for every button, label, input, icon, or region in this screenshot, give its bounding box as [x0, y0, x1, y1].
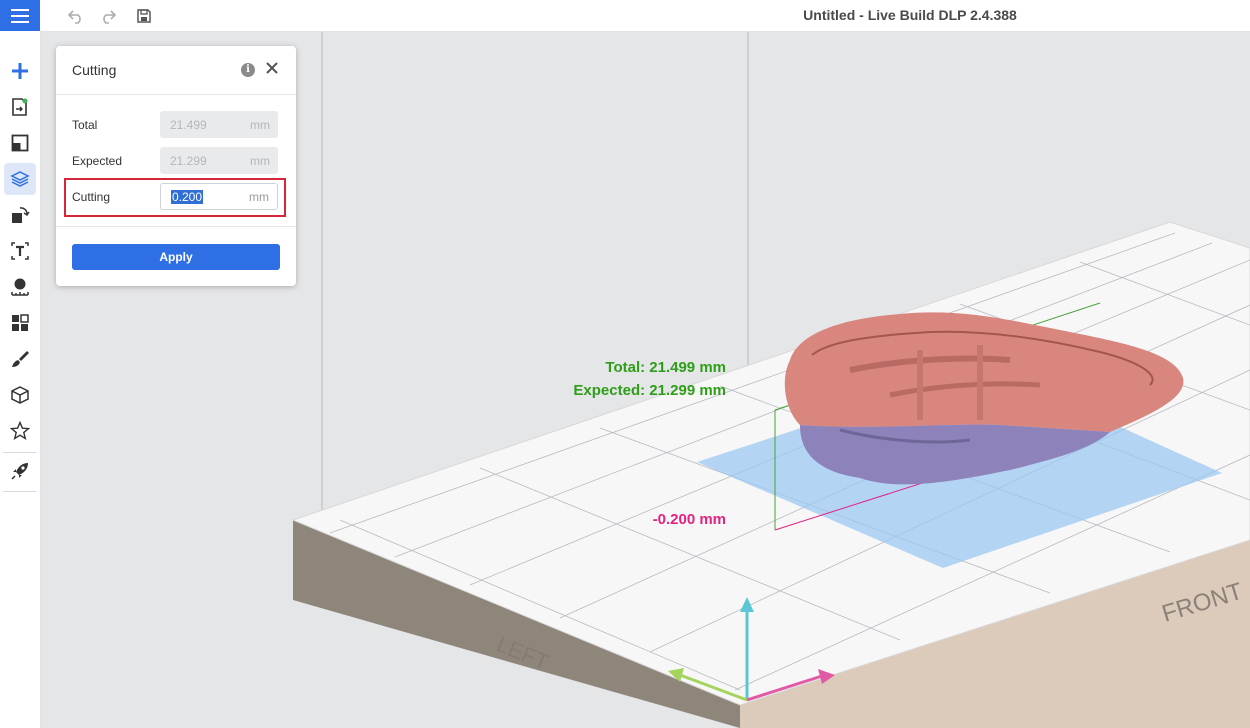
- sidebar-item-brush[interactable]: [4, 343, 36, 375]
- menu-icon: [11, 8, 29, 23]
- measure-icon: [11, 278, 29, 296]
- cut-offset-label: -0.200 mm: [653, 511, 726, 528]
- sidebar-item-measure[interactable]: [4, 271, 36, 303]
- expected-unit: mm: [250, 154, 270, 168]
- redo-icon: [103, 10, 117, 24]
- star-icon: [10, 421, 30, 441]
- sidebar-item-transform[interactable]: [4, 199, 36, 231]
- transform-icon: [12, 207, 30, 223]
- total-value: 21.499: [170, 118, 207, 132]
- save-button[interactable]: [134, 6, 154, 26]
- expected-height-label: Expected: 21.299 mm: [573, 382, 726, 399]
- expected-label: Expected: [72, 154, 123, 168]
- sidebar-item-arrange[interactable]: [4, 307, 36, 339]
- cutting-row-highlight: [64, 178, 286, 217]
- cutting-panel: Cutting i Total 21.499 mm Expected 21.29…: [56, 46, 296, 286]
- sidebar-item-text[interactable]: [4, 235, 36, 267]
- close-button[interactable]: [263, 59, 281, 77]
- total-height-label: Total: 21.499 mm: [605, 359, 726, 376]
- sidebar-divider: [3, 491, 36, 492]
- sidebar-divider: [3, 452, 36, 453]
- add-icon: [12, 63, 28, 79]
- support-box-icon: [11, 386, 29, 404]
- title-bar: Untitled - Live Build DLP 2.4.388: [0, 0, 1250, 32]
- menu-button[interactable]: [0, 0, 40, 31]
- rocket-icon: [11, 463, 28, 480]
- window-title: Untitled - Live Build DLP 2.4.388: [803, 7, 1017, 23]
- apply-button[interactable]: Apply: [72, 244, 280, 270]
- close-icon: [266, 62, 278, 74]
- save-icon: [137, 9, 151, 23]
- text-icon: [11, 242, 29, 260]
- info-icon[interactable]: i: [241, 63, 255, 77]
- total-row: Total 21.499 mm: [72, 111, 280, 139]
- expected-row: Expected 21.299 mm: [72, 147, 280, 175]
- grid-arrange-icon: [12, 314, 29, 331]
- undo-button[interactable]: [66, 6, 86, 26]
- sidebar-item-import[interactable]: [4, 91, 36, 123]
- cut-layers-icon: [10, 171, 30, 187]
- undo-icon: [67, 10, 81, 24]
- total-field: 21.499 mm: [160, 111, 278, 138]
- sidebar-item-support[interactable]: [4, 379, 36, 411]
- redo-button[interactable]: [98, 6, 118, 26]
- sidebar-item-layout[interactable]: [4, 127, 36, 159]
- panel-title: Cutting: [72, 62, 117, 78]
- import-file-icon: [12, 98, 28, 116]
- layout-icon: [11, 134, 29, 152]
- expected-field: 21.299 mm: [160, 147, 278, 174]
- sidebar-item-cutting[interactable]: [4, 163, 36, 195]
- total-label: Total: [72, 118, 98, 132]
- panel-header: Cutting i: [56, 46, 296, 95]
- brush-icon: [12, 351, 29, 367]
- sidebar-item-launch[interactable]: [4, 455, 36, 487]
- expected-value: 21.299: [170, 154, 207, 168]
- total-unit: mm: [250, 118, 270, 132]
- sidebar-item-favorites[interactable]: [4, 415, 36, 447]
- panel-divider: [56, 226, 296, 227]
- sidebar-item-add[interactable]: [4, 55, 36, 87]
- tool-sidebar: [0, 31, 41, 728]
